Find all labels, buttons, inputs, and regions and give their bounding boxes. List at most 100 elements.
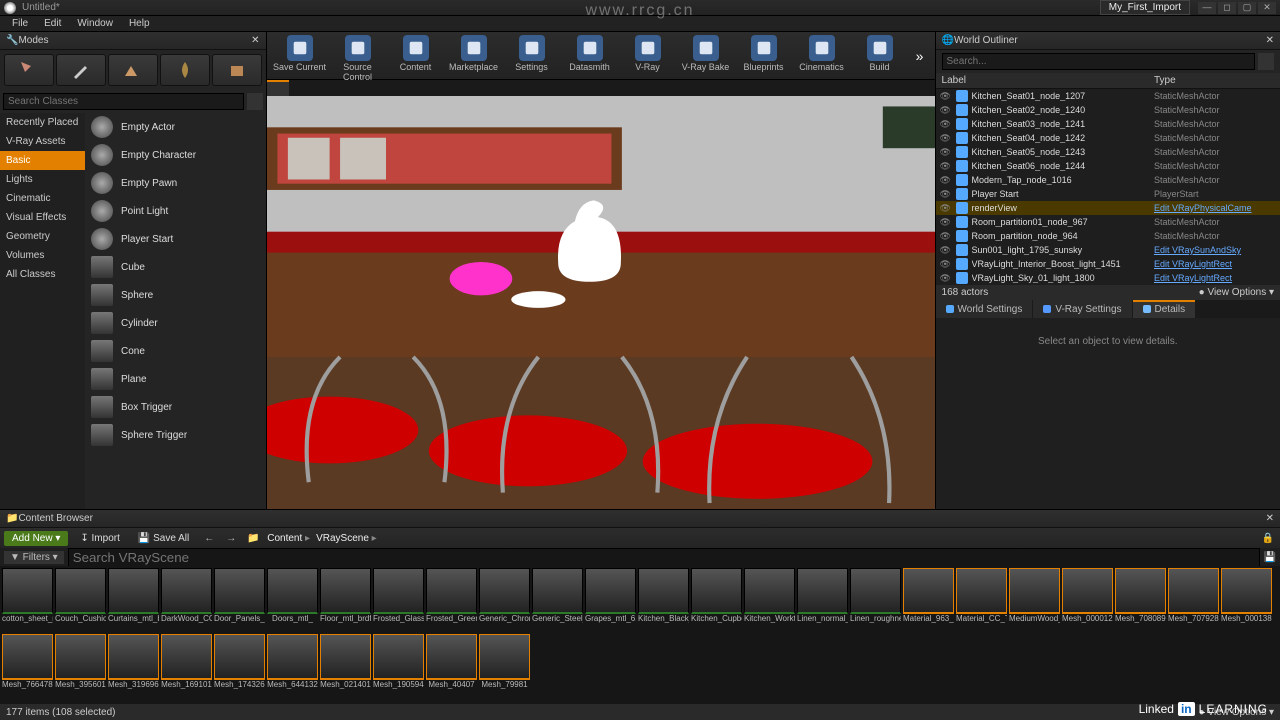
window-restore-button[interactable]: ◻	[1218, 2, 1236, 14]
category-volumes[interactable]: Volumes	[0, 246, 85, 265]
actor-type[interactable]: Edit VRayLightRect	[1154, 273, 1276, 283]
asset-item[interactable]: Mesh_19059401	[373, 634, 424, 698]
menu-window[interactable]: Window	[69, 18, 121, 29]
outliner-row[interactable]: 👁VRayLight_Sky_01_light_1800Edit VRayLig…	[936, 271, 1280, 285]
visibility-eye-icon[interactable]: 👁	[940, 231, 952, 242]
tab-world-settings[interactable]: World Settings	[936, 300, 1033, 318]
asset-item[interactable]: Mesh_169101	[161, 634, 212, 698]
asset-item[interactable]: Mesh_40407	[426, 634, 477, 698]
visibility-eye-icon[interactable]: 👁	[940, 217, 952, 228]
visibility-eye-icon[interactable]: 👁	[940, 273, 952, 284]
place-item-empty-pawn[interactable]: Empty Pawn	[85, 169, 266, 197]
folder-icon[interactable]: 📁	[245, 533, 261, 544]
menu-file[interactable]: File	[4, 18, 36, 29]
visibility-eye-icon[interactable]: 👁	[940, 259, 952, 270]
asset-item[interactable]: Floor_mtl_brdf_8	[320, 568, 371, 632]
save-all-button[interactable]: 💾 Save All	[132, 531, 195, 546]
asset-item[interactable]: Mesh_79981	[479, 634, 530, 698]
place-item-player-start[interactable]: Player Start	[85, 225, 266, 253]
visibility-eye-icon[interactable]: 👁	[940, 147, 952, 158]
place-item-plane[interactable]: Plane	[85, 365, 266, 393]
category-geometry[interactable]: Geometry	[0, 227, 85, 246]
outliner-row[interactable]: 👁Room_partition01_node_967StaticMeshActo…	[936, 215, 1280, 229]
outliner-search-options-icon[interactable]	[1258, 53, 1274, 70]
tab-details[interactable]: Details	[1133, 300, 1196, 318]
asset-item[interactable]: Mesh_7079282	[1168, 568, 1219, 632]
place-item-cone[interactable]: Cone	[85, 337, 266, 365]
toolbar-vray-button[interactable]: V-Ray	[619, 34, 677, 72]
visibility-eye-icon[interactable]: 👁	[940, 189, 952, 200]
viewport-tab[interactable]	[267, 80, 290, 96]
asset-item[interactable]: Couch_Cushions_brdf_33	[55, 568, 106, 632]
content-search-input[interactable]	[68, 548, 1260, 567]
outliner-col-label[interactable]: Label	[942, 75, 1154, 86]
classes-search-clear-icon[interactable]	[247, 93, 263, 110]
asset-item[interactable]: Grapes_mtl_61	[585, 568, 636, 632]
category-lights[interactable]: Lights	[0, 170, 85, 189]
category-recently-placed[interactable]: Recently Placed	[0, 113, 85, 132]
window-minimize-button[interactable]: —	[1198, 2, 1216, 14]
asset-item[interactable]: Frosted_Green_mtl_brdf_5	[426, 568, 477, 632]
toolbar-cine-button[interactable]: Cinematics	[793, 34, 851, 72]
actor-type[interactable]: Edit VRayLightRect	[1154, 259, 1276, 269]
modes-panel-close-icon[interactable]: ✕	[251, 35, 259, 46]
visibility-eye-icon[interactable]: 👁	[940, 133, 952, 144]
place-item-box-trigger[interactable]: Box Trigger	[85, 393, 266, 421]
asset-item[interactable]: Mesh_021401	[320, 634, 371, 698]
paint-mode-icon[interactable]	[56, 54, 106, 86]
asset-item[interactable]: Door_Panels_and_Stairs_	[214, 568, 265, 632]
toolbar-build-button[interactable]: Build	[851, 34, 909, 72]
category-cinematic[interactable]: Cinematic	[0, 189, 85, 208]
toolbar-save-button[interactable]: Save Current	[271, 34, 329, 72]
outliner-row[interactable]: 👁Kitchen_Seat04_node_1242StaticMeshActor	[936, 131, 1280, 145]
toolbar-datasmith-button[interactable]: Datasmith	[561, 34, 619, 72]
toolbar-scm-button[interactable]: Source Control	[329, 34, 387, 82]
asset-item[interactable]: Doors_mtl_	[267, 568, 318, 632]
outliner-row[interactable]: 👁Kitchen_Seat01_node_1207StaticMeshActor	[936, 89, 1280, 103]
breadcrumb-vrayscene[interactable]: VRayScene	[316, 533, 377, 544]
place-item-cylinder[interactable]: Cylinder	[85, 309, 266, 337]
asset-item[interactable]: Mesh_0001385901	[1221, 568, 1272, 632]
window-maximize-button[interactable]: ▢	[1238, 2, 1256, 14]
place-item-cube[interactable]: Cube	[85, 253, 266, 281]
breadcrumb-content[interactable]: Content	[267, 533, 310, 544]
asset-item[interactable]: MediumWood_CC_Tex	[1009, 568, 1060, 632]
visibility-eye-icon[interactable]: 👁	[940, 175, 952, 186]
nav-back-icon[interactable]: ←	[201, 533, 217, 544]
nav-forward-icon[interactable]: →	[223, 533, 239, 544]
outliner-view-options[interactable]: ● View Options ▾	[1199, 287, 1274, 298]
asset-item[interactable]: Mesh_644132	[267, 634, 318, 698]
outliner-row[interactable]: 👁renderViewEdit VRayPhysicalCame	[936, 201, 1280, 215]
outliner-row[interactable]: 👁Player StartPlayerStart	[936, 187, 1280, 201]
asset-item[interactable]: Kitchen_Cupboards_brdf_17	[691, 568, 742, 632]
asset-item[interactable]: Linen_roughness_	[850, 568, 901, 632]
outliner-row[interactable]: 👁VRayLight_Interior_Boost_light_1451Edit…	[936, 257, 1280, 271]
toolbar-vraybake-button[interactable]: V-Ray Bake	[677, 34, 735, 72]
content-view-options[interactable]: ● View Options ▾	[1199, 707, 1274, 718]
asset-item[interactable]: Material_963_mtl_brdf_23	[903, 568, 954, 632]
asset-item[interactable]: DarkWood_CC_Tex	[161, 568, 212, 632]
toolbar-market-button[interactable]: Marketplace	[445, 34, 503, 72]
add-new-button[interactable]: Add New ▾	[4, 531, 68, 546]
category-all-classes[interactable]: All Classes	[0, 265, 85, 284]
place-item-empty-actor[interactable]: Empty Actor	[85, 113, 266, 141]
asset-item[interactable]: Mesh_395601	[55, 634, 106, 698]
classes-search-input[interactable]	[3, 93, 244, 110]
asset-item[interactable]: Mesh_0000129601	[1062, 568, 1113, 632]
landscape-mode-icon[interactable]	[108, 54, 158, 86]
outliner-row[interactable]: 👁Room_partition_node_964StaticMeshActor	[936, 229, 1280, 243]
menu-help[interactable]: Help	[121, 18, 158, 29]
asset-item[interactable]: cotton_sheet_roughness_Tex	[2, 568, 53, 632]
outliner-row[interactable]: 👁Kitchen_Seat02_node_1240StaticMeshActor	[936, 103, 1280, 117]
visibility-eye-icon[interactable]: 👁	[940, 161, 952, 172]
outliner-row[interactable]: 👁Kitchen_Seat05_node_1243StaticMeshActor	[936, 145, 1280, 159]
place-mode-icon[interactable]	[4, 54, 54, 86]
actor-type[interactable]: Edit VRaySunAndSky	[1154, 245, 1276, 255]
asset-item[interactable]: Frosted_Glass_mtl_brdf_4	[373, 568, 424, 632]
asset-item[interactable]: Kitchen_Worktop_mtl_brdf_19	[744, 568, 795, 632]
asset-item[interactable]: Material_CC_Tex	[956, 568, 1007, 632]
tab-vray-settings[interactable]: V-Ray Settings	[1033, 300, 1131, 318]
asset-item[interactable]: Mesh_766478801	[2, 634, 53, 698]
geometry-mode-icon[interactable]	[212, 54, 262, 86]
outliner-row[interactable]: 👁Kitchen_Seat03_node_1241StaticMeshActor	[936, 117, 1280, 131]
